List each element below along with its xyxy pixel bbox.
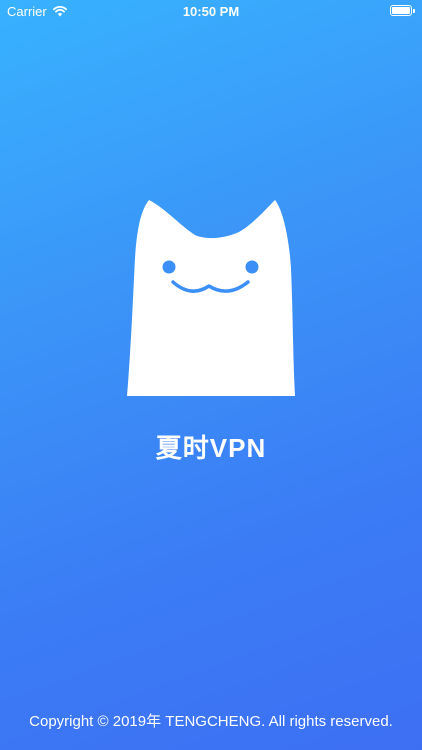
copyright-text: Copyright © 2019年 TENGCHENG. All rights … [29,713,393,730]
cat-face-icon [127,200,295,396]
status-time: 10:50 PM [182,4,240,19]
battery-tip [413,8,415,13]
battery-fill [392,7,410,14]
cat-right-eye [245,260,259,274]
cat-body [127,200,295,396]
battery-icon [390,5,415,16]
status-bar: Carrier 10:50 PM [0,0,422,24]
app-name: 夏时VPN [155,433,267,463]
cat-left-eye [162,260,176,274]
